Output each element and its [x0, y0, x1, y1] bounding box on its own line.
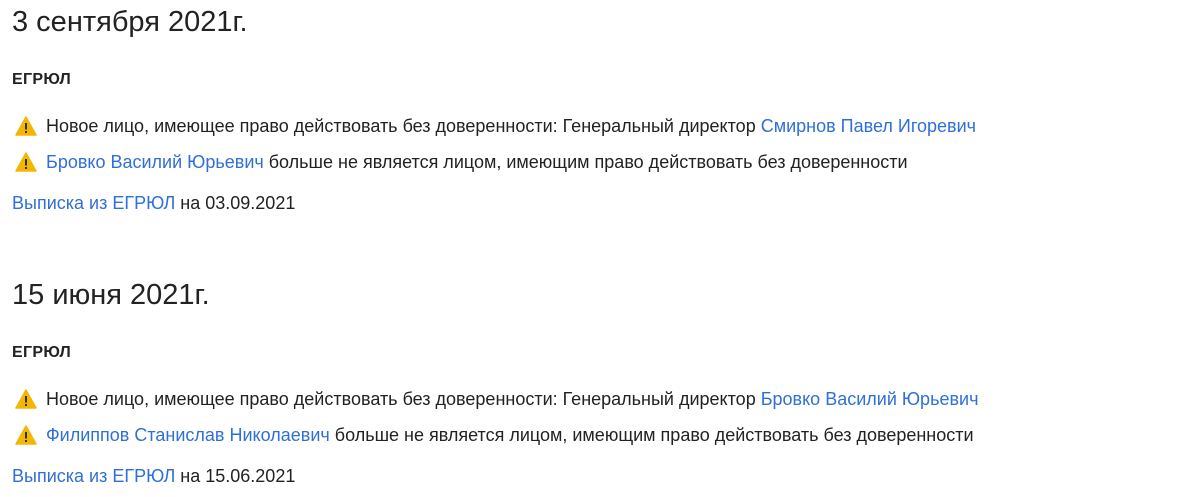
person-link[interactable]: Бровко Василий Юрьевич — [46, 151, 264, 173]
history-entry: 15 июня 2021г. ЕГРЮЛ Новое лицо, имеющее… — [12, 273, 1187, 487]
event-list: Новое лицо, имеющее право действовать бе… — [12, 108, 1187, 180]
event-item: Бровко Василий Юрьевич больше не являетс… — [12, 144, 1187, 180]
event-list: Новое лицо, имеющее право действовать бе… — [12, 381, 1187, 453]
entry-source: ЕГРЮЛ — [12, 344, 72, 361]
event-text: больше не является лицом, имеющим право … — [329, 425, 974, 445]
entry-date: 3 сентября 2021г. — [12, 6, 248, 38]
event-item: Новое лицо, имеющее право действовать бе… — [12, 381, 1187, 417]
entry-date: 15 июня 2021г. — [12, 279, 210, 311]
warning-triangle-icon — [15, 116, 37, 136]
event-text: Новое лицо, имеющее право действовать бе… — [46, 389, 761, 409]
entry-source: ЕГРЮЛ — [12, 71, 72, 88]
warning-triangle-icon — [15, 389, 37, 409]
warning-triangle-icon — [15, 152, 37, 172]
extract-line: Выписка из ЕГРЮЛ на 03.09.2021 — [12, 192, 1187, 214]
extract-date: на 15.06.2021 — [175, 466, 296, 486]
extract-line: Выписка из ЕГРЮЛ на 15.06.2021 — [12, 465, 1187, 487]
event-item: Филиппов Станислав Николаевич больше не … — [12, 417, 1187, 453]
warning-triangle-icon — [15, 425, 37, 445]
event-item: Новое лицо, имеющее право действовать бе… — [12, 108, 1187, 144]
person-link[interactable]: Филиппов Станислав Николаевич — [46, 424, 330, 446]
extract-link[interactable]: Выписка из ЕГРЮЛ — [12, 193, 175, 213]
extract-link[interactable]: Выписка из ЕГРЮЛ — [12, 466, 175, 486]
event-text: Новое лицо, имеющее право действовать бе… — [46, 116, 761, 136]
person-link[interactable]: Бровко Василий Юрьевич — [761, 388, 979, 410]
person-link[interactable]: Смирнов Павел Игоревич — [761, 115, 976, 137]
extract-date: на 03.09.2021 — [175, 193, 296, 213]
event-text: больше не является лицом, имеющим право … — [263, 152, 908, 172]
history-entry: 3 сентября 2021г. ЕГРЮЛ Новое лицо, имею… — [12, 0, 1187, 214]
